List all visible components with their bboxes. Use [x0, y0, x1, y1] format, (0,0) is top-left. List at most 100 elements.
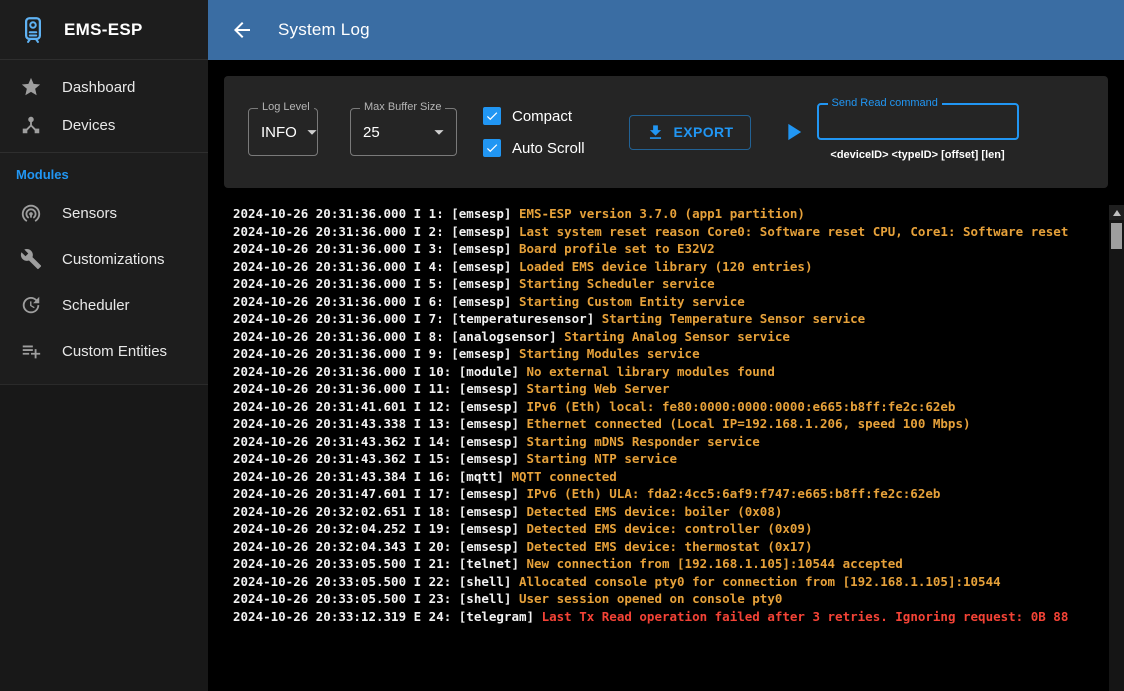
scroll-up-icon: [1113, 210, 1121, 216]
log-line-message: Starting Web Server: [527, 381, 670, 396]
check-icon: [485, 141, 499, 155]
play-icon: [779, 118, 807, 146]
sidebar-item-label: Dashboard: [62, 79, 135, 96]
sidebar-item-label: Scheduler: [62, 297, 130, 314]
send-read-hint: <deviceID> <typeID> [offset] [len]: [830, 149, 1004, 161]
scroll-up-button[interactable]: [1109, 205, 1124, 220]
log-line-message: Starting Scheduler service: [519, 276, 715, 291]
log-line: 2024-10-26 20:31:36.000 I 10: [module] N…: [233, 363, 1108, 381]
back-button[interactable]: [230, 17, 256, 43]
send-read-input[interactable]: [819, 105, 1017, 138]
device-hub-icon: [20, 114, 42, 136]
sensors-icon: [20, 202, 42, 224]
log-line: 2024-10-26 20:32:04.343 I 20: [emsesp] D…: [233, 538, 1108, 556]
log-level-value: INFO: [261, 124, 297, 141]
chevron-down-icon: [428, 121, 450, 143]
log-line-prefix: 2024-10-26 20:31:36.000 I 7: [temperatur…: [233, 311, 602, 326]
max-buffer-label: Max Buffer Size: [360, 101, 445, 113]
log-line-prefix: 2024-10-26 20:32:02.651 I 18: [emsesp]: [233, 504, 527, 519]
sidebar-item-label: Customizations: [62, 251, 165, 268]
send-read-group: Send Read command <deviceID> <typeID> [o…: [817, 103, 1019, 161]
sidebar-item-devices[interactable]: Devices: [0, 106, 208, 144]
compact-checkbox[interactable]: [483, 107, 501, 125]
send-command-play-button[interactable]: [779, 118, 807, 146]
log-line-message: No external library modules found: [527, 364, 775, 379]
download-icon: [646, 123, 665, 142]
log-line-prefix: 2024-10-26 20:31:36.000 I 3: [emsesp]: [233, 241, 519, 256]
modules-section-header: Modules: [0, 153, 208, 190]
log-line: 2024-10-26 20:31:41.601 I 12: [emsesp] I…: [233, 398, 1108, 416]
sidebar-main-nav: Dashboard Devices: [0, 60, 208, 152]
log-line: 2024-10-26 20:31:36.000 I 9: [emsesp] St…: [233, 345, 1108, 363]
playlist-add-icon: [20, 340, 42, 362]
log-line-message: Starting Temperature Sensor service: [602, 311, 865, 326]
log-line: 2024-10-26 20:31:36.000 I 7: [temperatur…: [233, 310, 1108, 328]
log-line-message: Detected EMS device: boiler (0x08): [527, 504, 783, 519]
log-line-message: Ethernet connected (Local IP=192.168.1.2…: [527, 416, 971, 431]
log-scrollbar[interactable]: [1109, 205, 1124, 691]
max-buffer-select[interactable]: Max Buffer Size 25: [350, 108, 457, 156]
log-line: 2024-10-26 20:31:47.601 I 17: [emsesp] I…: [233, 485, 1108, 503]
log-line-prefix: 2024-10-26 20:32:04.252 I 19: [emsesp]: [233, 521, 527, 536]
send-read-label: Send Read command: [828, 97, 942, 109]
app-root: EMS-ESP Dashboard Devices Modules: [0, 0, 1124, 691]
log-line-prefix: 2024-10-26 20:31:36.000 I 1: [emsesp]: [233, 206, 519, 221]
log-line-prefix: 2024-10-26 20:31:36.000 I 8: [analogsens…: [233, 329, 564, 344]
sidebar-item-customizations[interactable]: Customizations: [0, 236, 208, 282]
chevron-down-icon: [301, 121, 323, 143]
sidebar-item-sensors[interactable]: Sensors: [0, 190, 208, 236]
export-button[interactable]: EXPORT: [629, 115, 751, 150]
log-line-prefix: 2024-10-26 20:33:05.500 I 22: [shell]: [233, 574, 519, 589]
log-line-message: Starting NTP service: [527, 451, 678, 466]
log-line-message: Starting Modules service: [519, 346, 700, 361]
log-line-prefix: 2024-10-26 20:32:04.343 I 20: [emsesp]: [233, 539, 527, 554]
checkbox-group: Compact Auto Scroll: [483, 107, 585, 157]
sidebar-item-label: Sensors: [62, 205, 117, 222]
log-line-message: Starting mDNS Responder service: [527, 434, 760, 449]
sidebar-item-custom-entities[interactable]: Custom Entities: [0, 328, 208, 374]
log-line-message: Board profile set to E32V2: [519, 241, 715, 256]
log-output: 2024-10-26 20:31:36.000 I 1: [emsesp] EM…: [224, 205, 1108, 625]
log-line: 2024-10-26 20:31:36.000 I 4: [emsesp] Lo…: [233, 258, 1108, 276]
sidebar-item-scheduler[interactable]: Scheduler: [0, 282, 208, 328]
log-line-prefix: 2024-10-26 20:31:36.000 I 10: [module]: [233, 364, 527, 379]
log-line-prefix: 2024-10-26 20:31:47.601 I 17: [emsesp]: [233, 486, 527, 501]
log-line-message: User session opened on console pty0: [519, 591, 782, 606]
log-line-prefix: 2024-10-26 20:31:43.362 I 15: [emsesp]: [233, 451, 527, 466]
max-buffer-value: 25: [363, 124, 380, 141]
arrow-back-icon: [230, 18, 254, 42]
log-line-prefix: 2024-10-26 20:31:43.338 I 13: [emsesp]: [233, 416, 527, 431]
content-area: Log Level INFO Max Buffer Size 25: [208, 60, 1124, 691]
log-line-message: Starting Analog Sensor service: [564, 329, 790, 344]
log-line-message: EMS-ESP version 3.7.0 (app1 partition): [519, 206, 805, 221]
log-line: 2024-10-26 20:31:43.384 I 16: [mqtt] MQT…: [233, 468, 1108, 486]
log-line-message: Loaded EMS device library (120 entries): [519, 259, 813, 274]
scrollbar-thumb[interactable]: [1111, 223, 1122, 249]
schedule-update-icon: [20, 294, 42, 316]
log-line: 2024-10-26 20:31:43.338 I 13: [emsesp] E…: [233, 415, 1108, 433]
sidebar-item-dashboard[interactable]: Dashboard: [0, 68, 208, 106]
auto-scroll-checkbox[interactable]: [483, 139, 501, 157]
sidebar-item-label: Devices: [62, 117, 115, 134]
log-line-prefix: 2024-10-26 20:33:12.319 E 24: [telegram]: [233, 609, 542, 624]
main-panel: System Log Log Level INFO Max Buffer Siz…: [208, 0, 1124, 691]
appbar: System Log: [208, 0, 1124, 60]
log-line-message: Last Tx Read operation failed after 3 re…: [542, 609, 1069, 624]
log-line-message: New connection from [192.168.1.105]:1054…: [527, 556, 903, 571]
log-line-prefix: 2024-10-26 20:31:36.000 I 4: [emsesp]: [233, 259, 519, 274]
emsesp-logo-icon: [16, 13, 50, 47]
log-line: 2024-10-26 20:31:36.000 I 2: [emsesp] La…: [233, 223, 1108, 241]
compact-label: Compact: [512, 108, 572, 125]
log-line: 2024-10-26 20:33:05.500 I 22: [shell] Al…: [233, 573, 1108, 591]
log-line: 2024-10-26 20:31:43.362 I 15: [emsesp] S…: [233, 450, 1108, 468]
log-line-message: Detected EMS device: controller (0x09): [527, 521, 813, 536]
page-title: System Log: [278, 20, 370, 40]
auto-scroll-label: Auto Scroll: [512, 140, 585, 157]
compact-checkbox-row[interactable]: Compact: [483, 107, 585, 125]
log-level-label: Log Level: [258, 101, 314, 113]
auto-scroll-checkbox-row[interactable]: Auto Scroll: [483, 139, 585, 157]
sidebar-item-label: Custom Entities: [62, 343, 167, 360]
log-level-select[interactable]: Log Level INFO: [248, 108, 318, 156]
log-line-prefix: 2024-10-26 20:31:36.000 I 6: [emsesp]: [233, 294, 519, 309]
log-line-message: IPv6 (Eth) local: fe80:0000:0000:0000:e6…: [527, 399, 956, 414]
